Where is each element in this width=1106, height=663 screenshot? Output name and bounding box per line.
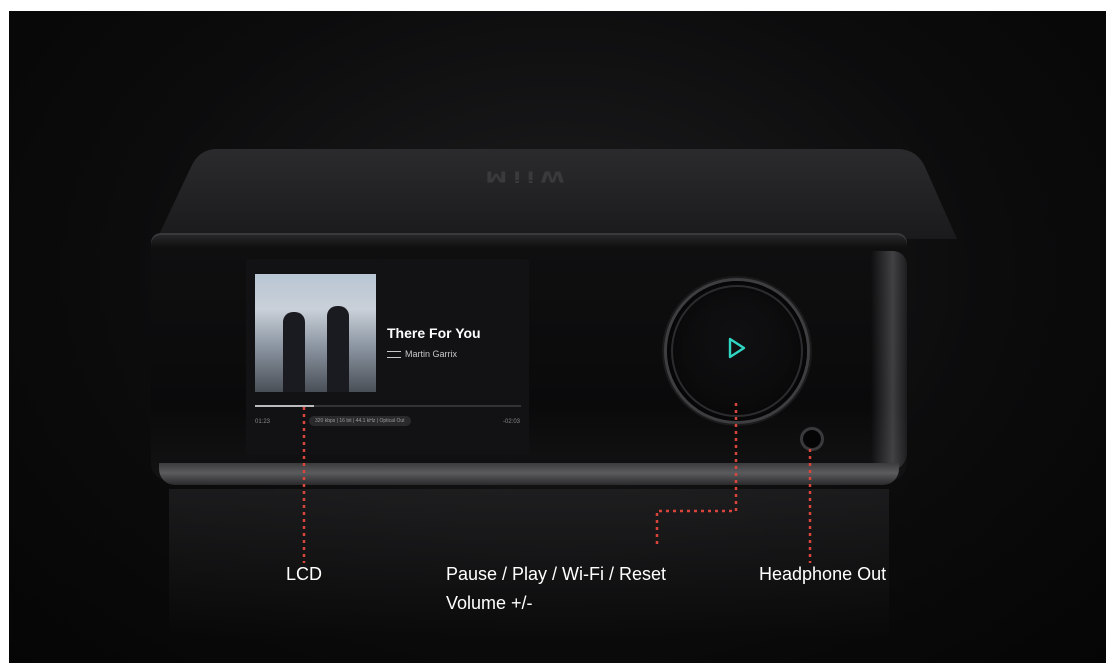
knob-label-line1: Pause / Play / Wi-Fi / Reset <box>446 564 667 584</box>
lcd-label: LCD <box>286 564 323 584</box>
product-image: WiiM There For You Martin Garrix 01:23 3… <box>9 11 1106 663</box>
knob-label-line2: Volume +/- <box>446 593 533 613</box>
callout-line-knob <box>655 403 738 546</box>
headphone-label: Headphone Out <box>759 564 887 584</box>
